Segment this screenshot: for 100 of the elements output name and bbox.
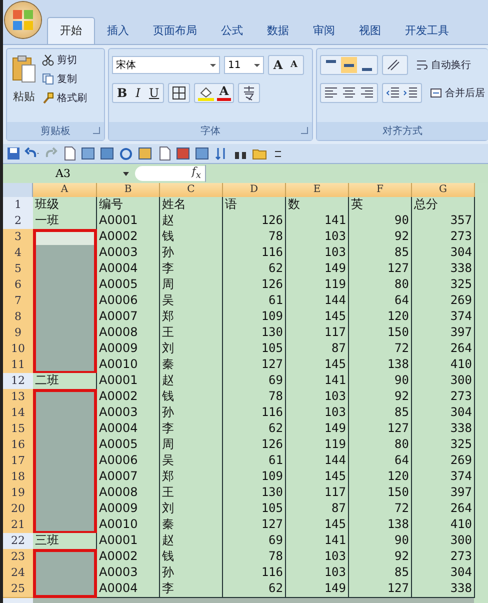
row-header[interactable]: 21 — [3, 517, 33, 534]
row-header[interactable]: 12 — [3, 373, 33, 390]
row-header[interactable]: 25 — [3, 581, 33, 598]
dialog-launcher-icon[interactable] — [301, 127, 308, 134]
column-header[interactable]: D — [223, 183, 286, 197]
copy-button[interactable]: 复制 — [42, 72, 87, 86]
table-cell: 69 — [223, 533, 286, 550]
ribbon-tab[interactable]: 开发工具 — [393, 18, 461, 44]
office-button[interactable] — [5, 2, 41, 38]
dialog-launcher-icon[interactable] — [93, 127, 100, 134]
row-header[interactable]: 19 — [3, 485, 33, 502]
format-painter-button[interactable]: 格式刷 — [42, 91, 87, 105]
dropdown-arrow-icon[interactable] — [123, 172, 129, 176]
row-header[interactable]: 11 — [3, 357, 33, 374]
column-header[interactable]: F — [349, 183, 412, 197]
font-name-field[interactable]: 宋体 — [112, 56, 220, 74]
cut-button[interactable]: 剪切 — [42, 53, 87, 67]
underline-button[interactable]: U — [147, 85, 162, 101]
row-header[interactable]: 13 — [3, 389, 33, 406]
row-header[interactable]: 3 — [3, 229, 33, 246]
table-cell: 103 — [286, 549, 349, 566]
table-cell: 120 — [349, 469, 412, 486]
row-header[interactable]: 20 — [3, 501, 33, 518]
table-cell: 62 — [223, 421, 286, 438]
row-header[interactable]: 23 — [3, 549, 33, 566]
column-header[interactable]: A — [33, 183, 97, 197]
table-cell: 105 — [223, 341, 286, 358]
table-cell: 338 — [412, 421, 475, 438]
customize-toolbar-icon[interactable] — [275, 150, 281, 156]
table-cell: 一班 — [33, 213, 97, 230]
row-header[interactable]: 4 — [3, 245, 33, 262]
table-cell: 李 — [160, 261, 223, 278]
row-header[interactable]: 24 — [3, 565, 33, 582]
save-icon[interactable] — [7, 147, 20, 160]
row-header[interactable]: 8 — [3, 309, 33, 326]
grow-font-button[interactable]: A — [271, 57, 286, 73]
row-header[interactable]: 2 — [3, 213, 33, 230]
table-cell: A0007 — [97, 469, 160, 486]
document-icon[interactable] — [62, 146, 77, 161]
table-cell: 141 — [286, 533, 349, 550]
ribbon-tab[interactable]: 开始 — [47, 17, 95, 44]
group-label: 剪贴板 — [40, 124, 71, 138]
font-size-field[interactable]: 11 — [224, 56, 264, 74]
row-header[interactable]: 7 — [3, 293, 33, 310]
column-header[interactable]: B — [97, 183, 160, 197]
table-cell: A0004 — [97, 261, 160, 278]
row-header[interactable]: 5 — [3, 261, 33, 278]
row-header[interactable]: 6 — [3, 277, 33, 294]
column-header[interactable]: C — [160, 183, 223, 197]
table-cell: 116 — [223, 245, 286, 262]
row-header[interactable]: 9 — [3, 325, 33, 342]
bold-button[interactable]: B — [115, 85, 130, 101]
italic-button[interactable]: I — [131, 85, 146, 101]
table-cell: 269 — [412, 293, 475, 310]
table-cell: 李 — [160, 581, 223, 598]
table-cell: 150 — [349, 485, 412, 502]
column-header[interactable]: G — [412, 183, 475, 197]
align-icon[interactable] — [341, 57, 357, 73]
row-header[interactable]: 18 — [3, 469, 33, 486]
border-icon[interactable] — [171, 85, 188, 101]
column-header[interactable]: E — [286, 183, 349, 197]
table-cell: 郑 — [160, 309, 223, 326]
table-cell: 119 — [286, 277, 349, 294]
ribbon-tab[interactable]: 数据 — [255, 18, 301, 44]
table-cell: 130 — [223, 325, 286, 342]
row-header[interactable]: 1 — [3, 197, 33, 214]
refresh-icon[interactable] — [119, 146, 134, 161]
table-cell: 264 — [412, 501, 475, 518]
table-cell: A0005 — [97, 277, 160, 294]
merge-center-button[interactable]: 合并后居 — [430, 86, 485, 100]
ribbon-tab[interactable]: 审阅 — [301, 18, 347, 44]
table-cell: 64 — [349, 453, 412, 470]
row-header[interactable]: 22 — [3, 533, 33, 550]
table-cell: 141 — [286, 373, 349, 390]
group-label: 对齐方式 — [382, 124, 422, 138]
table-cell: 103 — [286, 245, 349, 262]
fill-color-icon[interactable] — [197, 85, 216, 101]
ribbon-tab[interactable]: 公式 — [209, 18, 255, 44]
table-cell: A0005 — [97, 437, 160, 454]
ribbon-tab[interactable]: 插入 — [95, 18, 141, 44]
ribbon-tab[interactable]: 页面布局 — [141, 18, 209, 44]
wrap-text-button[interactable]: 自动换行 — [416, 58, 471, 72]
row-header[interactable]: 14 — [3, 405, 33, 422]
table-cell: 145 — [286, 357, 349, 374]
table-cell: 105 — [223, 501, 286, 518]
table-cell: 61 — [223, 453, 286, 470]
table-cell: 273 — [412, 549, 475, 566]
table-cell: 二班 — [33, 373, 97, 390]
row-header[interactable]: 15 — [3, 421, 33, 438]
table-cell: 90 — [349, 533, 412, 550]
table-cell: 三班 — [33, 533, 97, 550]
ribbon-tab[interactable]: 视图 — [347, 18, 393, 44]
row-header[interactable]: 17 — [3, 453, 33, 470]
table-cell: 孙 — [160, 405, 223, 422]
page-icon[interactable] — [157, 146, 172, 161]
row-header[interactable]: 10 — [3, 341, 33, 358]
row-header[interactable]: 16 — [3, 437, 33, 454]
paste-button[interactable]: 粘贴 — [10, 53, 38, 118]
shrink-font-button[interactable]: A — [287, 57, 302, 73]
insert-function-button[interactable]: f$_{x}$ — [192, 165, 201, 182]
